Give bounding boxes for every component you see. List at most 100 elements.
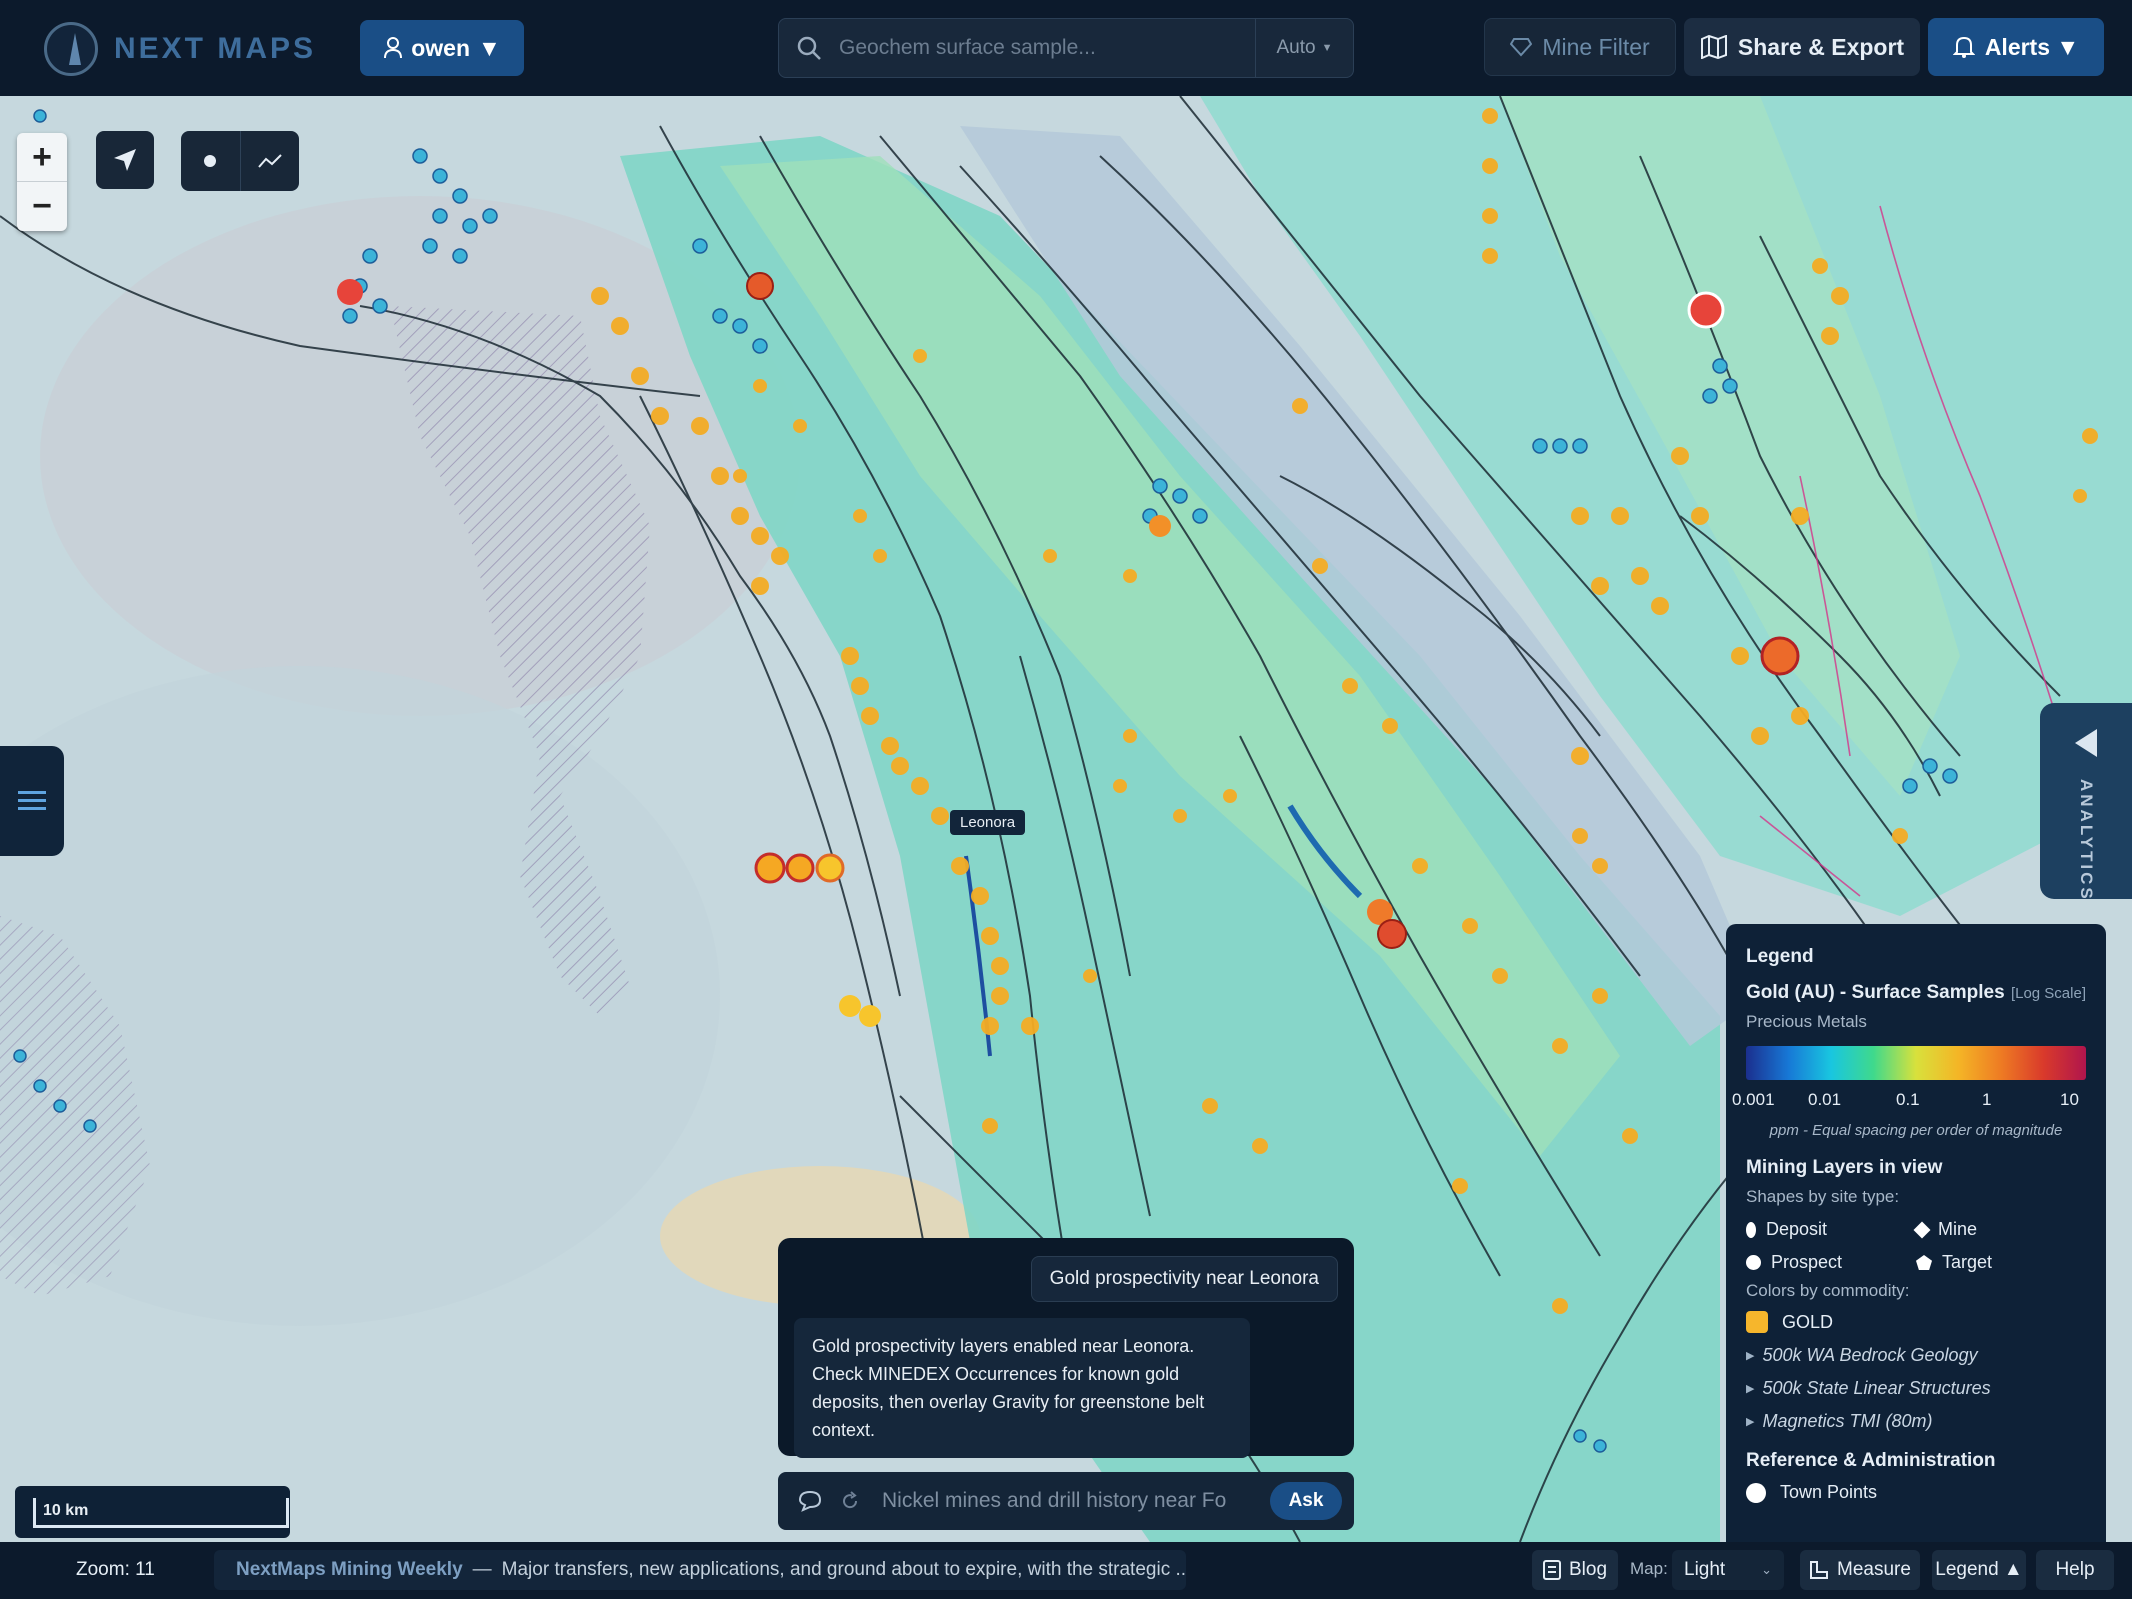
prospect-circle-icon [1746, 1255, 1761, 1270]
town-points-label: Town Points [1780, 1482, 1878, 1502]
document-icon [1542, 1560, 1561, 1580]
site-type-grid: Deposit Mine Prospect Target [1746, 1219, 2086, 1273]
draw-tools [181, 131, 299, 191]
refresh-icon[interactable] [830, 1491, 870, 1511]
chevron-down-icon: ▼ [478, 34, 501, 61]
caret-right-icon: ▶ [1746, 1350, 1755, 1362]
draw-point-button[interactable] [181, 131, 241, 191]
zoom-level: Zoom: 11 [76, 1559, 155, 1580]
point-icon [204, 155, 217, 167]
search-input[interactable] [839, 19, 1255, 77]
legend-layer-item[interactable]: ▶ 500k State Linear Structures [1746, 1378, 2086, 1399]
analytics-label: ANALYTICS [2077, 779, 2096, 902]
town-label-leonora[interactable]: Leonora [950, 810, 1026, 835]
site-type-label: Target [1942, 1252, 1993, 1272]
site-type-label: Prospect [1771, 1252, 1843, 1272]
site-type-label: Mine [1938, 1219, 1978, 1239]
search-mode-label: Auto [1276, 37, 1316, 58]
deposit-shape-icon [1746, 1221, 1756, 1238]
legend-layer-group: Precious Metals [1746, 1012, 1867, 1031]
ruler-icon [1810, 1561, 1829, 1579]
assistant-chat-panel: Gold prospectivity near Leonora Gold pro… [778, 1238, 1354, 1458]
chevron-down-icon: ⌄ [1761, 1562, 1772, 1577]
zoom-out-button[interactable]: − [17, 182, 67, 231]
site-type-deposit: Deposit [1746, 1219, 1916, 1240]
legend-layer-item[interactable]: ▶ 500k WA Bedrock Geology [1746, 1345, 2086, 1366]
hamburger-menu-icon [18, 791, 46, 810]
ramp-tick: 1 [1982, 1090, 1992, 1109]
news-ticker[interactable]: NextMaps Mining Weekly — Major transfers… [214, 1550, 1186, 1590]
legend-toggle-button[interactable]: Legend ▲ [1932, 1550, 2026, 1590]
ramp-tick: 10 [2060, 1090, 2079, 1109]
mining-layers-title: Mining Layers in view [1746, 1157, 1943, 1178]
sidebar-toggle-button[interactable] [0, 746, 64, 856]
zoom-in-button[interactable]: + [17, 133, 67, 182]
ask-button[interactable]: Ask [1270, 1482, 1342, 1520]
brand-name: NEXT MAPS [114, 32, 317, 65]
alerts-button[interactable]: Alerts ▼ [1928, 18, 2104, 76]
legend-layer-header: Gold (AU) - Surface Samples [Log Scale] [1746, 982, 2086, 1004]
map-icon [1700, 35, 1727, 59]
measure-label: Measure [1837, 1559, 1911, 1580]
ramp-tick: 0.001 [1732, 1090, 1775, 1109]
site-type-prospect: Prospect [1746, 1252, 1916, 1273]
scale-bar: 10 km [15, 1486, 290, 1538]
analytics-panel-toggle[interactable]: ANALYTICS [2040, 703, 2132, 902]
mine-diamond-icon [1913, 1221, 1931, 1238]
ramp-tick: 0.01 [1808, 1090, 1842, 1109]
search-mode-select[interactable]: Auto ▼ [1255, 19, 1353, 77]
measure-button[interactable]: Measure [1800, 1550, 1920, 1590]
chevron-left-icon [2075, 729, 2097, 757]
caret-right-icon: ▶ [1746, 1383, 1755, 1395]
chat-user-message: Gold prospectivity near Leonora [1030, 1256, 1338, 1302]
chat-input[interactable] [870, 1472, 1270, 1530]
draw-line-button[interactable] [241, 131, 300, 191]
caret-right-icon: ▶ [1746, 1416, 1755, 1428]
caret-down-icon: ▼ [1321, 42, 1333, 54]
legend-layer-scale: [Log Scale] [2010, 985, 2086, 1002]
legend-layer-item[interactable]: ▶ Magnetics TMI (80m) [1746, 1411, 2086, 1432]
compass-logo-icon [44, 22, 98, 76]
town-point-icon [1746, 1482, 1766, 1503]
bell-icon [1952, 36, 1975, 58]
gold-swatch-icon [1746, 1311, 1768, 1333]
blog-button[interactable]: Blog [1532, 1550, 1618, 1590]
legend-layer-item-label: 500k State Linear Structures [1762, 1378, 1991, 1398]
locate-button[interactable] [96, 131, 154, 189]
gem-icon [1510, 38, 1533, 57]
legend-layer-item-label: Magnetics TMI (80m) [1762, 1411, 1933, 1431]
top-bar: NEXT MAPS owen ▼ Auto ▼ Mine Filter Shar… [0, 0, 2132, 96]
ramp-tick: 0.1 [1896, 1090, 1920, 1109]
search-bar: Auto ▼ [778, 18, 1354, 78]
navigation-arrow-icon [114, 149, 136, 171]
colors-caption: Colors by commodity: [1746, 1281, 1910, 1300]
town-points-item: Town Points [1746, 1482, 2086, 1503]
map-style-select[interactable]: Light ⌄ [1672, 1550, 1784, 1590]
bottom-bar: Zoom: 11 NextMaps Mining Weekly — Major … [0, 1542, 2132, 1599]
help-button[interactable]: Help [2036, 1550, 2114, 1590]
site-type-target: Target [1916, 1252, 2086, 1273]
chat-assistant-message: Gold prospectivity layers enabled near L… [794, 1318, 1250, 1458]
logo[interactable]: NEXT MAPS [44, 22, 316, 76]
map-style-label: Map: [1630, 1559, 1668, 1578]
legend-title: Legend [1746, 946, 1814, 967]
zoom-control: + − [17, 133, 67, 231]
share-export-button[interactable]: Share & Export [1684, 18, 1920, 76]
user-menu-button[interactable]: owen ▼ [360, 20, 524, 76]
legend-scale-note: ppm - Equal spacing per order of magnitu… [1769, 1122, 2063, 1139]
news-headline: Major transfers, new applications, and g… [501, 1559, 1186, 1580]
blog-label: Blog [1568, 1559, 1608, 1580]
color-ramp-ticks: 0.001 0.01 0.1 1 10 [1732, 1086, 2086, 1112]
chat-bubble-icon[interactable] [790, 1490, 830, 1512]
legend-layer-name: Gold (AU) - Surface Samples [1746, 982, 2005, 1003]
mine-filter-label: Mine Filter [1542, 33, 1650, 60]
legend-panel: Legend Gold (AU) - Surface Samples [Log … [1726, 924, 2106, 1542]
commodity-label: GOLD [1782, 1311, 1834, 1332]
site-type-label: Deposit [1766, 1219, 1828, 1239]
chat-input-bar: Ask [778, 1472, 1354, 1530]
line-chart-icon [257, 154, 282, 168]
user-icon [384, 37, 403, 59]
mine-filter-button[interactable]: Mine Filter [1484, 18, 1676, 76]
scale-bar-label: 10 km [43, 1502, 89, 1519]
share-export-label: Share & Export [1737, 33, 1905, 60]
